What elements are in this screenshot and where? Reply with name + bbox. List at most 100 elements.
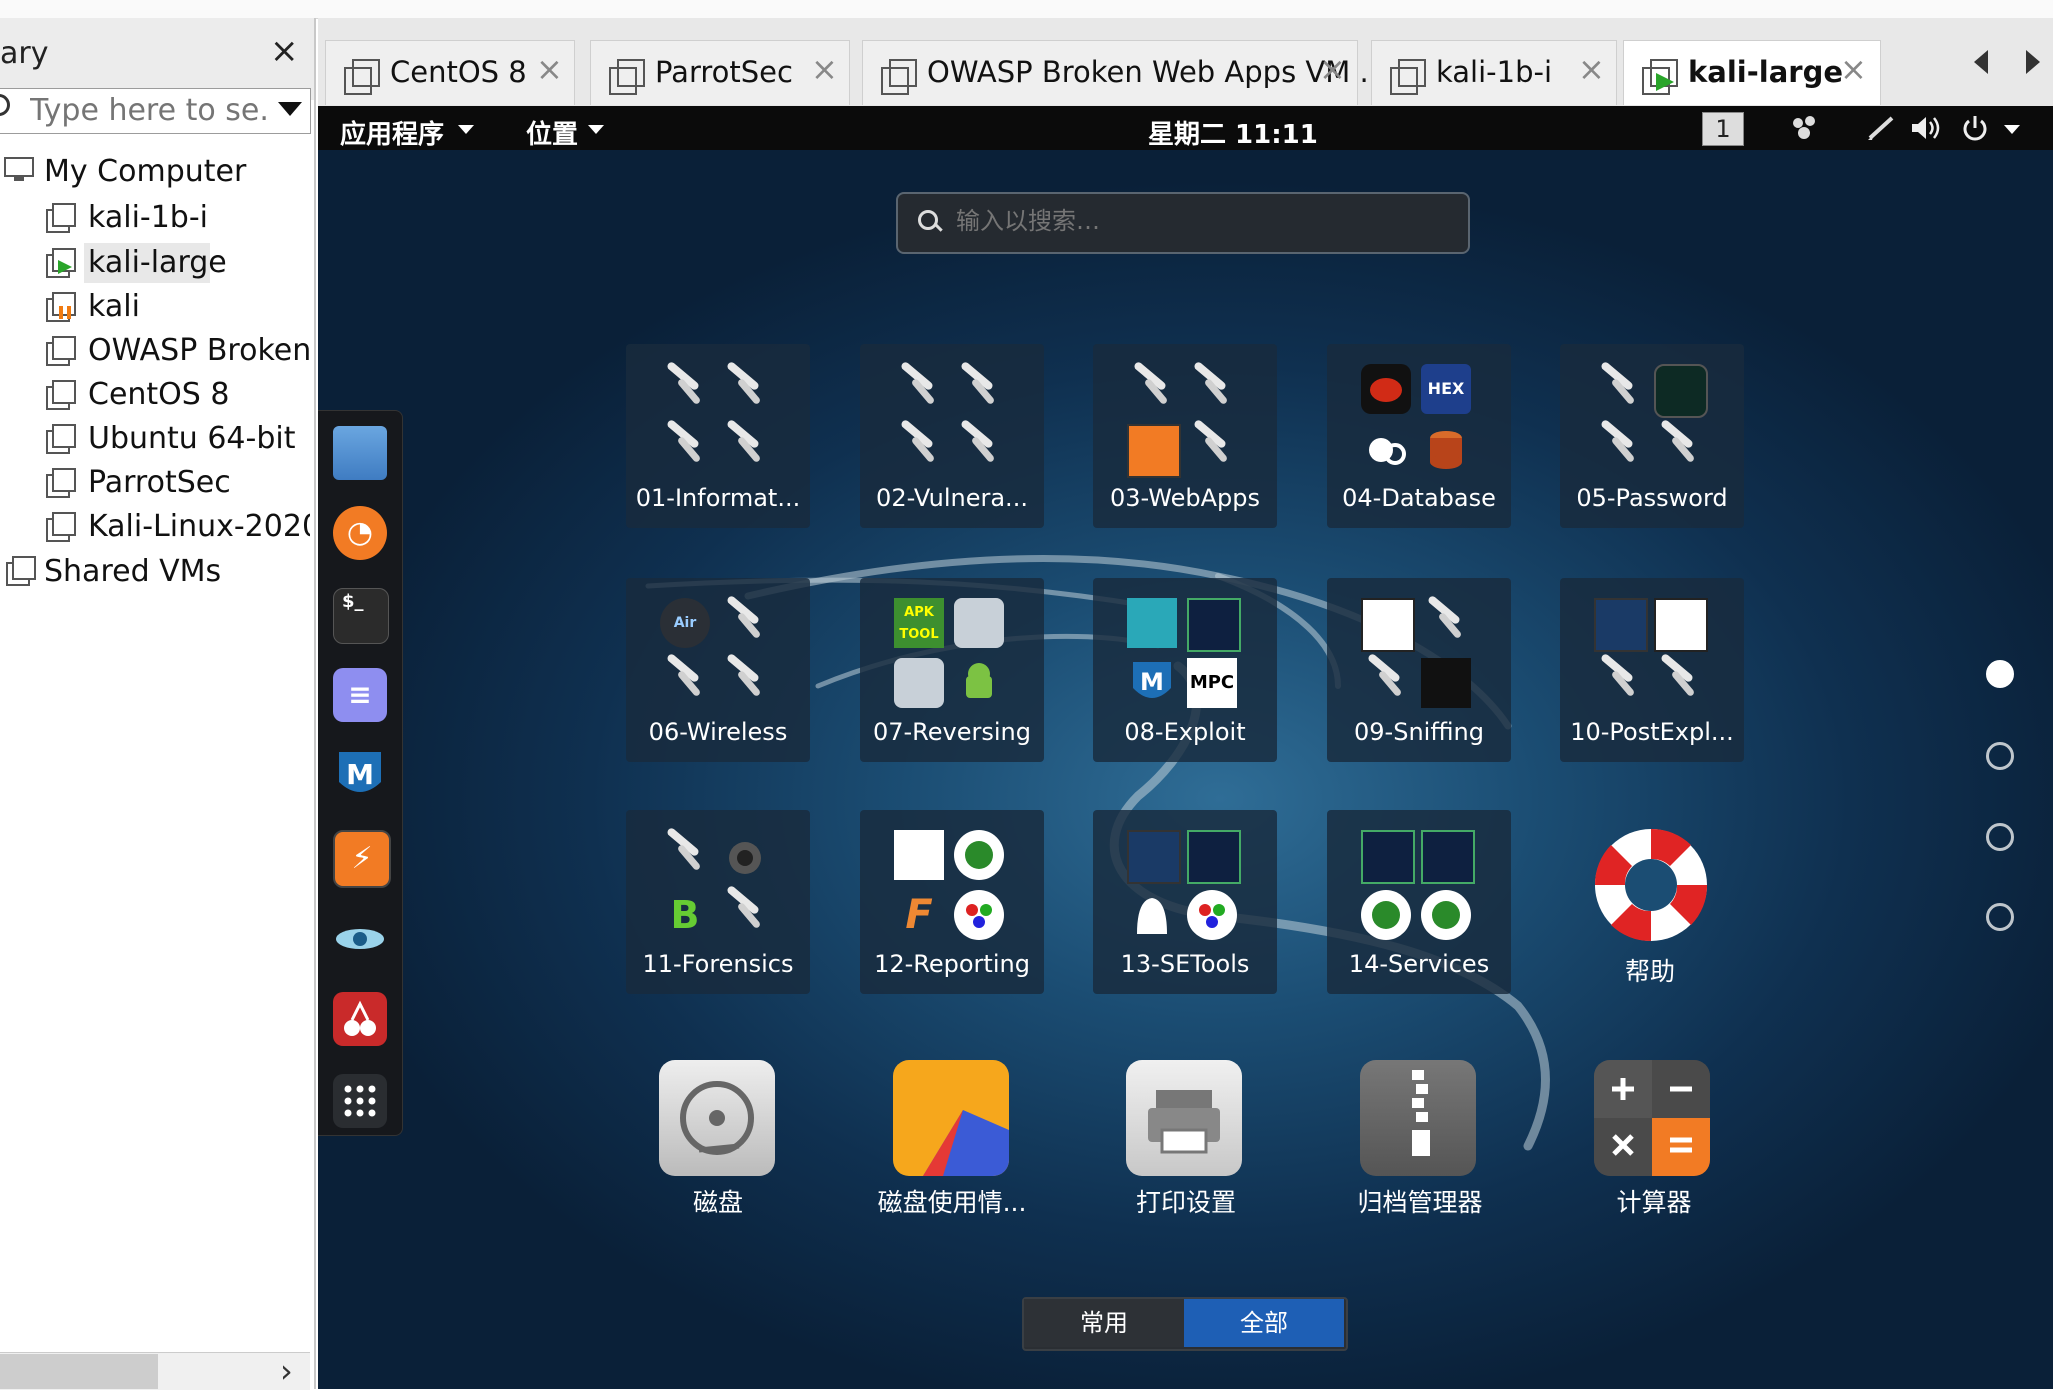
tab-kali-large[interactable]: kali-large × (1623, 40, 1881, 105)
disk-usage-icon[interactable] (893, 1060, 1009, 1176)
frequent-tab[interactable]: 常用 (1024, 1299, 1184, 1347)
kali-tool-icon (718, 654, 768, 704)
beef-icon (1187, 830, 1241, 884)
tree-vm-kali[interactable]: kali (88, 288, 140, 326)
edb-debugger-icon (954, 598, 1004, 648)
tab-close-icon[interactable]: × (536, 53, 563, 85)
folder-04-database[interactable]: HEX 04-Database (1327, 344, 1511, 528)
archive-manager-icon[interactable] (1360, 1060, 1476, 1176)
app-label-print-settings: 打印设置 (1135, 1188, 1236, 1217)
folder-08-exploit[interactable]: M MPC 08-Exploit (1093, 578, 1277, 762)
pen-icon[interactable] (1866, 114, 1896, 142)
tab-kali-1b-i[interactable]: kali-1b-i × (1371, 40, 1617, 105)
folder-12-reporting[interactable]: F 12-Reporting (860, 810, 1044, 994)
volume-icon[interactable] (1910, 114, 1944, 142)
scroll-right-icon[interactable]: › (280, 1354, 293, 1388)
faraday-icon: F (905, 892, 933, 938)
applications-menu[interactable]: 应用程序 (340, 114, 444, 151)
folder-02-vulnerability[interactable]: 02-Vulnera... (860, 344, 1044, 528)
show-applications-icon[interactable] (333, 1074, 387, 1128)
folder-01-information-gathering[interactable]: 01-Informat... (626, 344, 810, 528)
folder-03-webapps[interactable]: 03-WebApps (1093, 344, 1277, 528)
folder-07-reversing[interactable]: APK TOOL 07-Reversing (860, 578, 1044, 762)
aircrack-icon: Air (660, 598, 710, 648)
folder-09-sniffing[interactable]: 09-Sniffing (1327, 578, 1511, 762)
folder-10-post-exploitation[interactable]: 10-PostExpl... (1560, 578, 1744, 762)
app-label-disk-usage: 磁盘使用情... (877, 1188, 1027, 1217)
workspace-indicator[interactable]: 1 (1702, 112, 1744, 146)
tree-vm-owasp[interactable]: OWASP Broken V (88, 332, 310, 370)
tab-close-icon[interactable]: × (1578, 53, 1605, 85)
disks-icon[interactable] (659, 1060, 775, 1176)
tab-owasp[interactable]: OWASP Broken Web Apps VM ... × (862, 40, 1387, 105)
recordmydesktop-icon (1421, 890, 1471, 940)
tree-shared-vms[interactable]: Shared VMs (44, 553, 221, 591)
tab-label: ParrotSec (655, 55, 793, 89)
kali-tool-icon (1185, 362, 1235, 412)
vm-icon (46, 380, 76, 410)
tree-vm-kali-large[interactable]: kali-large (88, 244, 227, 282)
folder-14-services[interactable]: 14-Services (1327, 810, 1511, 994)
tree-vm-kali-2020[interactable]: Kali-Linux-2020.1 (88, 508, 310, 546)
power-icon[interactable] (1960, 114, 1990, 142)
vm-paused-icon (46, 292, 76, 322)
library-close-icon[interactable]: × (270, 34, 299, 68)
vm-icon (46, 468, 76, 498)
tab-centos[interactable]: CentOS 8 × (325, 40, 575, 105)
vm-icon (1390, 59, 1426, 95)
library-title: ary (0, 36, 49, 71)
svg-text:M: M (1140, 668, 1164, 696)
metasploit-icon[interactable]: M (333, 748, 387, 802)
activities-search-input[interactable] (956, 204, 1436, 238)
vm-running-icon (46, 248, 76, 278)
burpsuite-icon[interactable]: ⚡ (333, 830, 391, 888)
network-icon[interactable] (1790, 115, 1820, 141)
calculator-icon[interactable] (1594, 1060, 1710, 1176)
files-icon[interactable] (333, 426, 387, 480)
library-hscroll-thumb[interactable] (0, 1354, 158, 1389)
printer-icon[interactable] (1126, 1060, 1242, 1176)
tree-vm-kali-1b-i[interactable]: kali-1b-i (88, 199, 208, 237)
cherry-icon[interactable] (333, 992, 387, 1046)
search-dropdown-icon[interactable] (278, 102, 302, 116)
tree-vm-centos[interactable]: CentOS 8 (88, 376, 229, 414)
library-search-input[interactable] (30, 91, 270, 129)
folder-05-password[interactable]: 05-Password (1560, 344, 1744, 528)
tree-my-computer[interactable]: My Computer (44, 153, 246, 191)
text-editor-icon[interactable]: ≡ (333, 668, 387, 722)
tab-scroll-left-icon[interactable] (1974, 50, 1988, 74)
folder-label: 04-Database (1342, 484, 1496, 512)
all-apps-tab[interactable]: 全部 (1184, 1299, 1344, 1347)
chevron-down-icon (588, 125, 604, 134)
ettercap-icon (1421, 658, 1471, 708)
clock[interactable]: 星期二 11:11 (1148, 114, 1318, 151)
chevron-down-icon (458, 125, 474, 134)
tab-close-icon[interactable]: × (1319, 53, 1346, 85)
page-dot-4[interactable] (1986, 903, 2014, 931)
tree-vm-parrotsec[interactable]: ParrotSec (88, 464, 231, 502)
tool-icon (1361, 598, 1415, 652)
kali-tool-icon (1125, 362, 1175, 412)
tab-scroll-right-icon[interactable] (2026, 50, 2040, 74)
tab-parrotsec[interactable]: ParrotSec × (590, 40, 850, 105)
tab-close-icon[interactable]: × (1840, 53, 1867, 85)
tab-close-icon[interactable]: × (811, 53, 838, 85)
tree-vm-ubuntu[interactable]: Ubuntu 64-bit (88, 420, 295, 458)
folder-11-forensics[interactable]: B 11-Forensics (626, 810, 810, 994)
help-lifebuoy-icon[interactable] (1588, 822, 1714, 948)
kali-tool-icon (658, 654, 708, 704)
folder-13-setools[interactable]: 13-SETools (1093, 810, 1277, 994)
page-dot-2[interactable] (1986, 742, 2014, 770)
page-dot-3[interactable] (1986, 823, 2014, 851)
computer-icon (4, 157, 34, 181)
eye-icon[interactable] (333, 912, 387, 966)
firefox-icon[interactable]: ◔ (333, 506, 387, 560)
page-dot-1[interactable] (1986, 660, 2014, 688)
folder-label: 12-Reporting (874, 950, 1030, 978)
folder-06-wireless[interactable]: Air 06-Wireless (626, 578, 810, 762)
cutycapt-icon (1187, 890, 1237, 940)
tab-label: kali-1b-i (1436, 55, 1553, 89)
chevron-down-icon[interactable] (2004, 125, 2020, 134)
terminal-icon[interactable]: $_ (333, 588, 389, 644)
places-menu[interactable]: 位置 (526, 114, 578, 151)
